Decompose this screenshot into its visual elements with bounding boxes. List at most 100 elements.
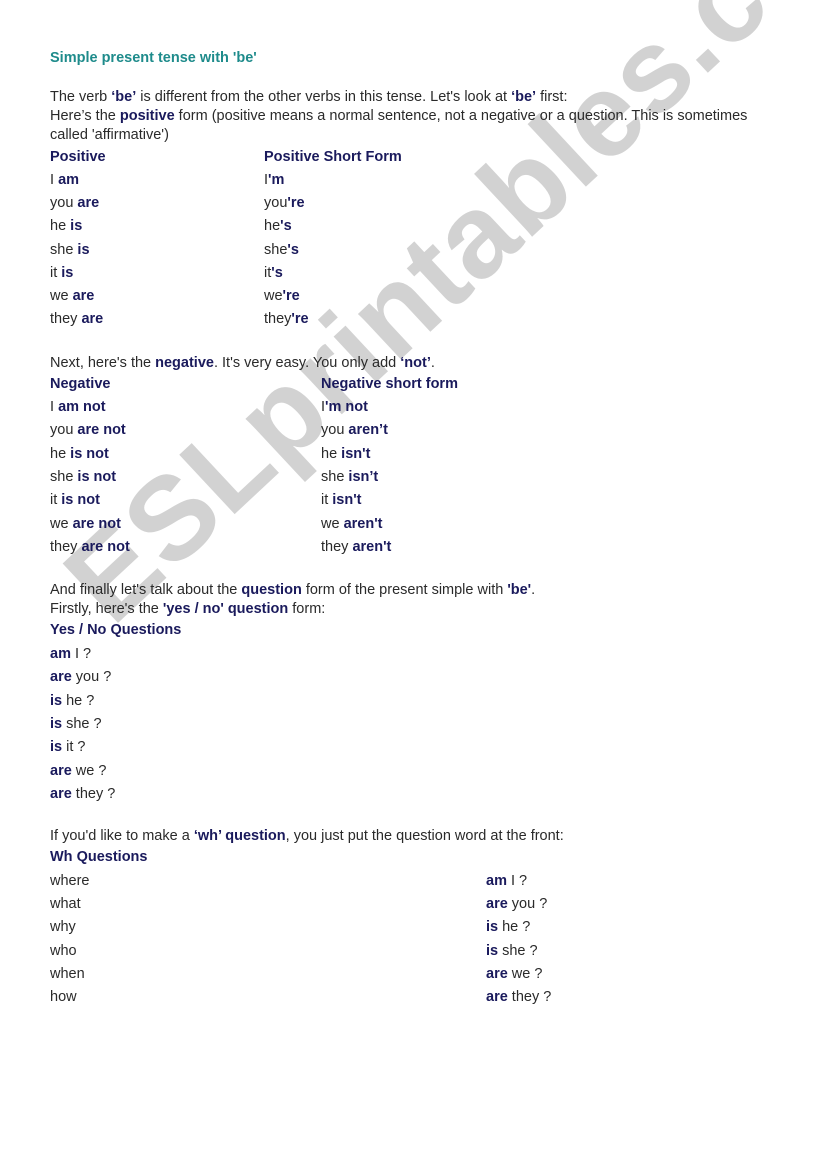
long-form: he is: [50, 218, 82, 234]
bold-text: ‘be’: [111, 89, 137, 105]
question: is she ?: [50, 716, 102, 732]
text: she: [50, 468, 78, 485]
table-row: how are they ?: [50, 989, 790, 1009]
long-form: we are not: [50, 516, 121, 532]
bold-text: is: [61, 264, 74, 281]
text: he: [264, 218, 281, 235]
text: we: [50, 515, 73, 532]
bold-text: are: [486, 965, 508, 982]
short-form: she isn’t: [321, 469, 378, 485]
text: you: [50, 195, 78, 212]
table-row: are they ?: [50, 786, 790, 806]
question: is it ?: [50, 739, 85, 755]
column-header: Positive: [50, 149, 106, 165]
bold-text: negative: [155, 355, 214, 371]
table-row: is he ?: [50, 693, 790, 713]
text: form:: [288, 601, 326, 617]
bold-text: 're: [291, 311, 309, 328]
short-form: I'm: [264, 172, 284, 188]
table-row: what are you ?: [50, 896, 790, 916]
bold-text: is: [50, 692, 63, 709]
short-form: they're: [264, 311, 309, 327]
long-form: it is: [50, 265, 73, 281]
table-row: where am I ?: [50, 873, 790, 893]
text: it ?: [62, 739, 86, 756]
table-row: is she ?: [50, 716, 790, 736]
question: are we ?: [50, 763, 106, 779]
long-form: it is not: [50, 492, 100, 508]
text: he ?: [62, 692, 95, 709]
section-header: Yes / No Questions: [50, 622, 182, 638]
bold-text: question: [241, 582, 302, 598]
table-row: why is he ?: [50, 919, 790, 939]
text: . It's very easy. You only add: [213, 355, 401, 371]
text: we: [264, 288, 283, 304]
text: she ?: [498, 942, 538, 959]
question: are they ?: [50, 786, 115, 802]
bold-text: is not: [77, 468, 117, 485]
question: is she ?: [486, 943, 538, 959]
question-word: who: [50, 942, 77, 959]
text: he ?: [498, 919, 531, 936]
bold-text: aren’t: [348, 422, 388, 439]
bold-text: are: [486, 989, 508, 1005]
short-form: she's: [264, 242, 299, 258]
bold-text: are: [72, 288, 95, 304]
long-form: he is not: [50, 446, 109, 462]
long-form: they are not: [50, 539, 130, 555]
header-row: Wh Questions: [50, 849, 790, 869]
header-row: Negative Negative short form: [50, 376, 790, 396]
long-form: I am not: [50, 399, 106, 415]
text: we ?: [71, 762, 107, 779]
bold-text: aren't: [352, 538, 392, 555]
text: is different from the other verbs in thi…: [136, 89, 512, 105]
short-form: he isn't: [321, 446, 370, 462]
question-word: how: [50, 989, 77, 1005]
text: she: [50, 241, 78, 258]
page-title: Simple present tense with 'be': [50, 50, 257, 66]
text: we: [321, 515, 344, 532]
text: you ?: [507, 896, 548, 913]
table-row: you are not you aren’t: [50, 422, 790, 442]
bold-text: ‘wh’ question: [193, 828, 286, 844]
bold-text: isn't: [332, 492, 362, 509]
text: Firstly, here's the: [50, 601, 163, 617]
bold-text: 'm: [268, 172, 285, 188]
text: it: [50, 264, 62, 281]
bold-text: is: [70, 218, 83, 235]
table-row: I am not I'm not: [50, 399, 790, 419]
text: The verb: [50, 89, 112, 105]
short-form: you're: [264, 195, 305, 211]
text: it: [50, 492, 62, 509]
bold-text: are: [50, 669, 72, 686]
bold-text: is not: [61, 492, 100, 509]
table-row: they are not they aren't: [50, 539, 790, 559]
table-row: you are you're: [50, 195, 790, 215]
text: .: [430, 355, 435, 371]
bold-text: is: [77, 241, 90, 258]
table-row: are we ?: [50, 763, 790, 783]
wh-intro: If you'd like to make a ‘wh’ question, y…: [50, 827, 780, 846]
text: first:: [536, 89, 568, 105]
text: I ?: [70, 646, 92, 662]
text: I: [50, 172, 59, 188]
question-intro-line-2: Firstly, here's the 'yes / no' question …: [50, 600, 780, 619]
text: he: [50, 218, 71, 235]
text: she: [321, 468, 349, 485]
short-form: we aren't: [321, 516, 382, 532]
question-intro-line-1: And finally let's talk about the questio…: [50, 581, 780, 600]
table-row: it is it's: [50, 265, 790, 285]
table-row: we are we're: [50, 288, 790, 308]
bold-text: is: [50, 739, 63, 756]
text: he: [321, 445, 342, 462]
section-header: Wh Questions: [50, 849, 148, 865]
bold-text: are not: [81, 538, 130, 555]
question: is he ?: [486, 919, 530, 935]
text: And finally let's talk about the: [50, 582, 242, 598]
bold-text: is not: [70, 445, 109, 462]
question: are you ?: [50, 669, 111, 685]
question-word: when: [50, 965, 85, 982]
table-row: who is she ?: [50, 943, 790, 963]
question: am I ?: [486, 873, 527, 889]
question-word: what: [50, 896, 81, 913]
